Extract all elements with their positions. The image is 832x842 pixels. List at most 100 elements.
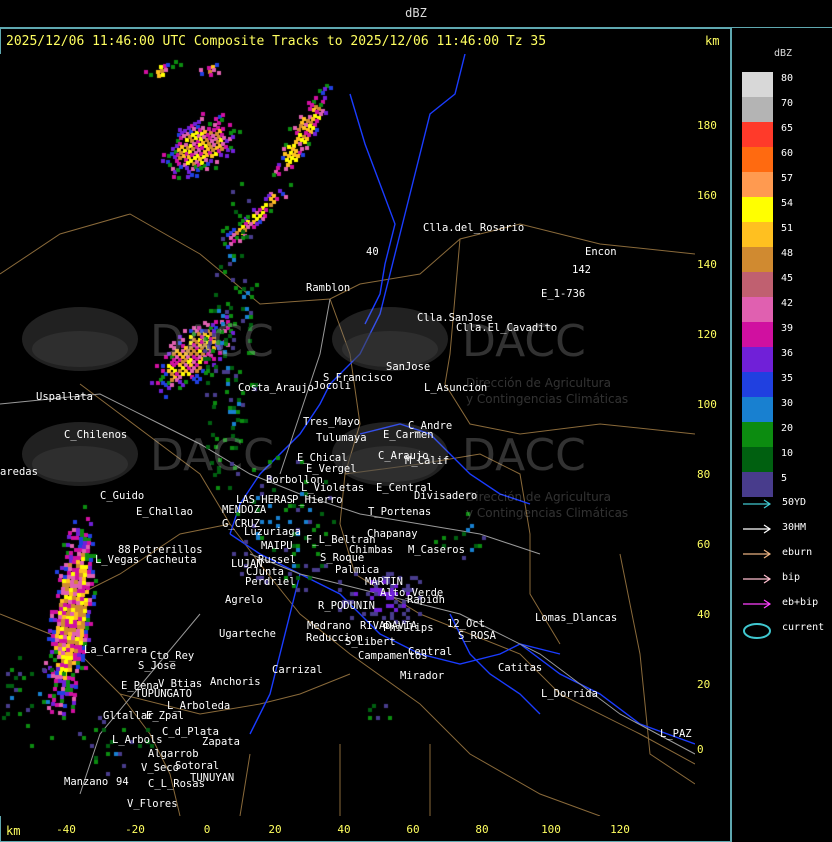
place-label: E_Carmen (383, 429, 434, 441)
place-label: MENDOZA (222, 504, 267, 516)
legend-swatch-label: 45 (781, 273, 794, 284)
legend-swatch-label: 10 (781, 448, 794, 459)
place-label: Divisadero (414, 490, 478, 502)
place-label: Mirador (400, 670, 445, 682)
legend-swatch-label: 35 (781, 373, 794, 384)
place-label: V_Seco (141, 762, 179, 774)
legend-panel: dBZ 80 70 65 60 57 54 51 48 45 42 39 36 35 30 20 10 5 50… (731, 28, 832, 842)
x-tick-label: 60 (406, 823, 420, 836)
legend-swatch (742, 397, 773, 422)
place-label: Jocoli (313, 380, 351, 392)
x-unit-label: km (6, 824, 21, 838)
legend-swatch-label: 60 (781, 148, 794, 159)
legend-swatch (742, 122, 773, 147)
place-label: 94 (116, 776, 129, 788)
dacc-watermark-subtitle: y Contingencias Climáticas (466, 392, 629, 406)
place-label: Uspallata (36, 391, 93, 403)
place-label: SanJose (386, 361, 431, 373)
place-label: L_PAZ (660, 728, 692, 740)
legend-track-label: current (782, 622, 825, 633)
current-ellipse-icon (743, 623, 771, 639)
dacc-watermark-subtitle: Dirección de Agricultura (466, 376, 611, 390)
place-label: aredas (0, 466, 38, 478)
place-label: C_Chilenos (64, 429, 128, 441)
place-label: Anchoris (210, 676, 261, 688)
legend-swatch (742, 272, 773, 297)
place-label: Palmica (335, 564, 380, 576)
place-label: Tres_Mayo (303, 416, 360, 428)
place-label: L_Vegas (95, 554, 140, 566)
legend-swatch (742, 172, 773, 197)
dacc-watermark (20, 304, 160, 378)
place-label: T_Portenas (368, 506, 432, 518)
legend-swatch-label: 42 (781, 298, 794, 309)
dacc-watermark-text: DACC (462, 430, 586, 481)
place-label: L_Violetas (301, 482, 365, 494)
legend-swatch-label: 48 (781, 248, 794, 259)
top-bar-title: dBZ (405, 6, 427, 20)
place-label: Rapidh (407, 594, 445, 606)
x-tick-label: 40 (337, 823, 351, 836)
place-label: Ramblon (306, 282, 351, 294)
place-label: Luzuriaga (244, 526, 301, 538)
place-label: Algarrob (148, 748, 199, 760)
x-tick-label: 100 (541, 823, 561, 836)
place-label: Costa_Araujo (238, 382, 314, 394)
place-label: 12_Oct (447, 618, 485, 630)
legend-swatch-label: 5 (781, 473, 788, 484)
legend-track-label: bip (782, 572, 801, 583)
track-arrow-icon (743, 574, 772, 584)
place-label: S_Jose (138, 660, 176, 672)
composite-title: 2025/12/06 11:46:00 UTC Composite Tracks… (6, 34, 547, 49)
y-tick-label: 80 (697, 468, 711, 481)
radar-map[interactable]: DACC DACC Dirección de Agricultura y Con… (0, 54, 695, 816)
place-label: S_Libert (345, 636, 396, 648)
legend-swatch-label: 57 (781, 173, 794, 184)
legend-swatch-label: 65 (781, 123, 794, 134)
legend-swatch (742, 447, 773, 472)
y-tick-label: 20 (697, 678, 711, 691)
place-label: Clla.El_Cavadito (456, 322, 558, 334)
place-label: Cacheuta (146, 554, 197, 566)
place-label: Zapata (202, 736, 240, 748)
place-label: Central (408, 646, 453, 658)
place-label: 40 (366, 246, 379, 258)
place-label: TUPUNGATO (135, 688, 192, 700)
place-label: C_Guido (100, 490, 145, 502)
place-label: Medrano (307, 620, 352, 632)
legend-swatch (742, 97, 773, 122)
place-label: V_Flores (127, 798, 178, 810)
place-label: L_Arbols (112, 734, 163, 746)
place-label: MAIPU (261, 540, 293, 552)
place-label: E_1-736 (541, 288, 586, 300)
x-tick-label: -40 (56, 823, 76, 836)
y-tick-label: 120 (697, 328, 717, 341)
place-label: Lomas_Dlancas (535, 612, 618, 624)
y-tick-label: 160 (697, 189, 717, 202)
y-tick-label: 40 (697, 608, 711, 621)
place-label: L_Asuncion (424, 382, 488, 394)
legend-swatch (742, 222, 773, 247)
legend-track-30HM: 30HM (742, 522, 832, 536)
track-arrow-icon (743, 499, 772, 509)
place-label: Sotoral (175, 760, 220, 772)
place-label: Russel (258, 554, 296, 566)
legend-track-eb+bip: eb+bip (742, 597, 832, 611)
legend-swatch (742, 72, 773, 97)
place-label: E_Challao (136, 506, 193, 518)
x-tick-label: 120 (610, 823, 630, 836)
legend-track-label: 50YD (782, 497, 807, 508)
place-label: Perdriel (245, 576, 296, 588)
legend-swatch (742, 147, 773, 172)
y-tick-label: 60 (697, 538, 711, 551)
legend-track-50YD: 50YD (742, 497, 832, 511)
legend-track-current: current (742, 622, 832, 639)
dacc-watermark-subtitle: y Contingencias Climáticas (466, 506, 629, 520)
place-label: M_Calif (405, 455, 450, 467)
place-label: S_Roque (320, 552, 365, 564)
legend-swatch-label: 51 (781, 223, 794, 234)
place-label: La_Carrera (84, 644, 148, 656)
dacc-watermark-text: DACC (150, 430, 274, 481)
dacc-watermark-text: DACC (150, 316, 274, 367)
legend-swatch (742, 422, 773, 447)
